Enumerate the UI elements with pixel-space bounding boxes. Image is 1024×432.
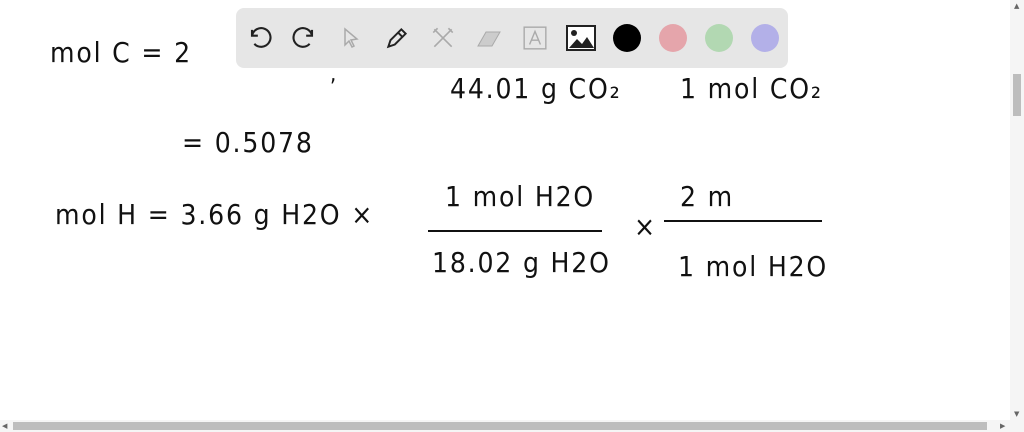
redo-button[interactable] bbox=[282, 15, 328, 61]
tools-icon bbox=[432, 27, 454, 48]
pen-icon bbox=[386, 27, 408, 49]
color-swatch-green bbox=[705, 24, 733, 52]
select-tool[interactable] bbox=[328, 15, 374, 61]
color-pink[interactable] bbox=[650, 15, 696, 61]
redo-icon bbox=[292, 27, 314, 48]
text-icon bbox=[523, 26, 547, 50]
color-swatch-purple bbox=[751, 24, 779, 52]
image-tool[interactable] bbox=[558, 15, 604, 61]
fraction2-denominator: 1 mol H2O bbox=[678, 250, 829, 283]
text-tool[interactable] bbox=[512, 15, 558, 61]
color-swatch-black bbox=[613, 24, 641, 52]
scroll-left-icon[interactable]: ◀ bbox=[2, 422, 7, 430]
pen-tool[interactable] bbox=[374, 15, 420, 61]
scroll-down-icon[interactable]: ▼ bbox=[1014, 410, 1019, 418]
result-mol-c: = 0.5078 bbox=[182, 126, 314, 159]
fraction1-denominator: 18.02 g H2O bbox=[432, 246, 611, 279]
undo-button[interactable] bbox=[236, 15, 282, 61]
vertical-scroll-thumb[interactable] bbox=[1013, 74, 1021, 116]
vertical-scrollbar[interactable]: ▲ ▼ bbox=[1010, 0, 1024, 420]
scroll-up-icon[interactable]: ▲ bbox=[1014, 2, 1019, 10]
select-icon bbox=[344, 27, 359, 49]
equation-mol-c: mol C = 2 bbox=[50, 36, 192, 69]
fraction1-bar bbox=[428, 230, 602, 232]
eraser-icon bbox=[477, 31, 501, 47]
drawing-toolbar bbox=[236, 8, 788, 68]
color-purple[interactable] bbox=[742, 15, 788, 61]
image-icon bbox=[566, 25, 596, 51]
denominator-co2-mol: 1 mol CO₂ bbox=[680, 72, 823, 105]
multiply-sign: × bbox=[634, 210, 657, 243]
fraction2-numerator: 2 m bbox=[680, 180, 734, 213]
color-green[interactable] bbox=[696, 15, 742, 61]
denominator-co2-mass: 44.01 g CO₂ bbox=[450, 72, 622, 105]
fraction1-numerator: 1 mol H2O bbox=[445, 180, 596, 213]
horizontal-scrollbar[interactable]: ◀ ▶ bbox=[0, 420, 1024, 432]
scroll-right-icon[interactable]: ▶ bbox=[1000, 422, 1005, 430]
eraser-tool[interactable] bbox=[466, 15, 512, 61]
horizontal-scroll-thumb[interactable] bbox=[13, 422, 987, 430]
color-swatch-pink bbox=[659, 24, 687, 52]
color-black[interactable] bbox=[604, 15, 650, 61]
fraction2-bar bbox=[664, 220, 822, 222]
undo-icon bbox=[250, 27, 272, 48]
tools-button[interactable] bbox=[420, 15, 466, 61]
equation-mol-h: mol H = 3.66 g H2O × bbox=[55, 198, 375, 231]
